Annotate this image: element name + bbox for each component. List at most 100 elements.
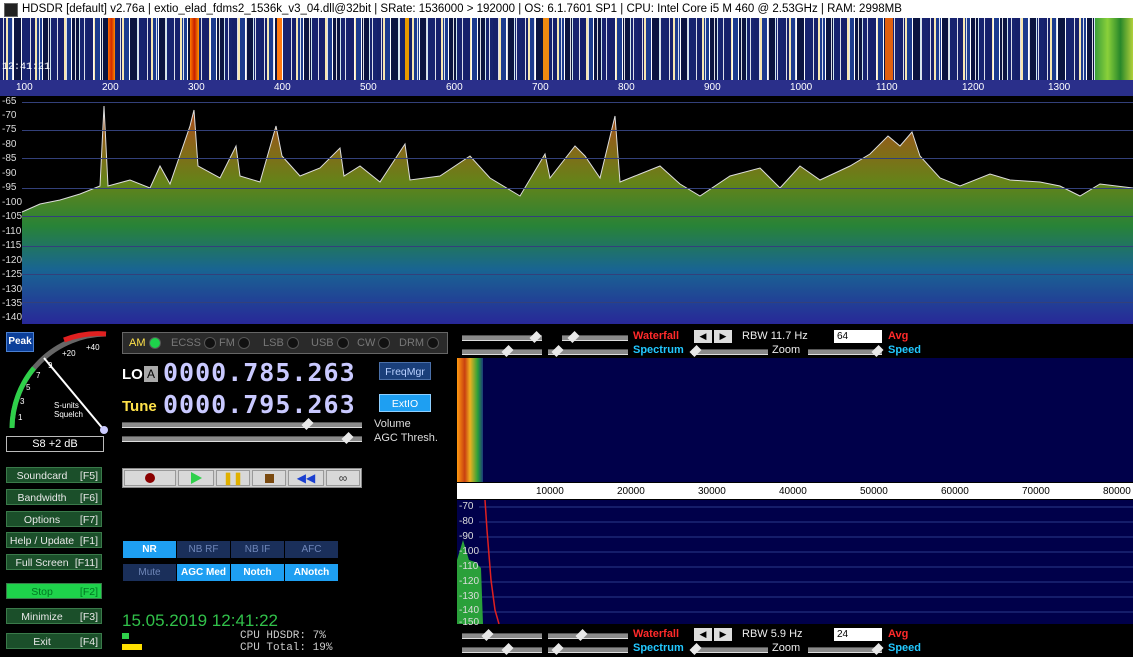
avg-combo[interactable]: 64 [834, 330, 882, 343]
audio-spectrum[interactable]: -70 -80 -90 -100 -110 -120 -130 -140 -15… [457, 500, 1133, 628]
bandwidth-button[interactable]: Bandwidth [F6] [6, 489, 102, 505]
mode-cw[interactable]: CW [357, 334, 391, 352]
mode-fm[interactable]: FM [219, 334, 250, 352]
bottom-spectrum-label: Spectrum [633, 642, 684, 654]
tune-frequency[interactable]: 0000.795.263 [163, 390, 356, 419]
mode-usb[interactable]: USB [311, 334, 349, 352]
bottom-waterfall-slider-2[interactable] [548, 628, 628, 642]
audio-y-label: -110 [459, 561, 479, 572]
audio-y-label: -150 [459, 617, 480, 628]
bottom-spectrum-slider-1[interactable] [462, 642, 542, 656]
mode-drm[interactable]: DRM [399, 334, 440, 352]
mode-ecss[interactable]: ECSS [171, 334, 216, 352]
help-update-button[interactable]: Help / Update [F1] [6, 532, 102, 548]
axis-tick: 400 [274, 82, 291, 93]
exit-button[interactable]: Exit [F4] [6, 633, 102, 649]
bottom-arrow-right-button[interactable]: ▶ [714, 628, 732, 641]
bottom-speed-slider[interactable] [808, 642, 884, 656]
axis-tick: 1300 [1048, 82, 1071, 93]
stop-button[interactable]: Stop [F2] [6, 583, 102, 599]
y-label: -110 [2, 226, 22, 237]
stop-playback-button[interactable] [252, 470, 286, 486]
audio-waterfall-controls: Waterfall ◀ ▶ RBW 11.7 Hz 64 Avg [458, 330, 1133, 344]
bottom-zoom-slider[interactable] [689, 642, 768, 656]
smeter-tick: 1 [18, 413, 23, 422]
arrow-left-button[interactable]: ◀ [694, 330, 712, 343]
smeter-tick: 9 [48, 361, 53, 370]
waterfall-slider-1[interactable] [462, 330, 542, 344]
y-label: -85 [2, 153, 17, 164]
y-label: -100 [2, 197, 23, 208]
freqmgr-button[interactable]: FreqMgr [379, 362, 431, 380]
soundcard-button[interactable]: Soundcard [F5] [6, 467, 102, 483]
frequency-axis: 100 200 300 400 500 600 700 800 900 1000… [0, 80, 1133, 96]
rf-waterfall[interactable]: 12:41:21 [0, 18, 1133, 80]
audio-axis-tick: 70000 [1022, 486, 1050, 497]
rewind-button[interactable]: ◀◀ [288, 470, 324, 486]
notch-button[interactable]: Notch [231, 564, 284, 581]
smeter-tick: +40 [86, 343, 100, 352]
y-label: -95 [2, 182, 17, 193]
axis-tick: 100 [16, 82, 33, 93]
anotch-button[interactable]: ANotch [285, 564, 338, 581]
extio-button[interactable]: ExtIO [379, 394, 431, 412]
mute-button[interactable]: Mute [123, 564, 176, 581]
pause-button[interactable]: ❚❚ [216, 470, 250, 486]
rf-spectrum[interactable]: -65 -70 -75 -80 -85 -90 -95 -100 -105 -1… [0, 96, 1133, 324]
afc-button[interactable]: AFC [285, 541, 338, 558]
smeter-scale-label: S-units [54, 401, 79, 410]
options-button[interactable]: Options [F7] [6, 511, 102, 527]
audio-axis-tick: 60000 [941, 486, 969, 497]
audio-frequency-axis: 10000 20000 30000 40000 50000 60000 7000… [457, 483, 1133, 499]
nr-button[interactable]: NR [123, 541, 176, 558]
waterfall-slider-2[interactable] [562, 330, 628, 344]
audio-axis-tick: 30000 [698, 486, 726, 497]
smeter-tick: 5 [26, 383, 31, 392]
pause-icon: ❚❚ [222, 471, 244, 485]
volume-label: Volume [374, 418, 411, 430]
full-screen-button[interactable]: Full Screen [F11] [6, 554, 102, 570]
smeter-reading: S8 +2 dB [6, 436, 104, 452]
bottom-waterfall-slider-1[interactable] [462, 628, 542, 642]
audio-y-label: -140 [459, 605, 480, 616]
tune-label: Tune [122, 398, 157, 415]
waterfall-time: 12:41:21 [2, 62, 51, 73]
spectrum-slider-1[interactable] [462, 344, 542, 358]
bottom-spectrum-controls: Spectrum Zoom Speed [458, 642, 1133, 656]
spectrum-slider-2[interactable] [548, 344, 628, 358]
volume-slider[interactable] [122, 417, 362, 431]
speed-slider[interactable] [808, 344, 884, 358]
nb-rf-button[interactable]: NB RF [177, 541, 230, 558]
y-label: -105 [2, 211, 23, 222]
bottom-avg-label: Avg [888, 628, 909, 640]
y-label: -135 [2, 298, 23, 309]
record-button[interactable] [124, 470, 176, 486]
axis-tick: 600 [446, 82, 463, 93]
axis-tick: 700 [532, 82, 549, 93]
bottom-waterfall-controls: Waterfall ◀ ▶ RBW 5.9 Hz 24 Avg [458, 628, 1133, 642]
lo-frequency[interactable]: 0000.785.263 [163, 358, 356, 387]
mode-am[interactable]: AM [129, 334, 161, 352]
bottom-avg-combo[interactable]: 24 [834, 628, 882, 641]
axis-tick: 200 [102, 82, 119, 93]
bottom-arrow-left-button[interactable]: ◀ [694, 628, 712, 641]
smeter-tick: 3 [20, 397, 25, 406]
agc-med-button[interactable]: AGC Med [177, 564, 230, 581]
y-label: -115 [2, 240, 22, 251]
play-button[interactable] [178, 470, 214, 486]
loop-button[interactable]: ∞ [326, 470, 360, 486]
nb-if-button[interactable]: NB IF [231, 541, 284, 558]
audio-y-label: -120 [459, 576, 480, 587]
arrow-right-button[interactable]: ▶ [714, 330, 732, 343]
audio-waterfall[interactable] [457, 358, 1133, 482]
mode-lsb[interactable]: LSB [263, 334, 299, 352]
minimize-button[interactable]: Minimize [F3] [6, 608, 102, 624]
zoom-slider[interactable] [689, 344, 768, 358]
smeter-tick: +20 [62, 349, 76, 358]
y-label: -140 [2, 312, 23, 323]
bottom-spectrum-slider-2[interactable] [548, 642, 628, 656]
vfo-a-button[interactable]: A [144, 366, 158, 382]
audio-y-label: -90 [459, 531, 474, 542]
bottom-waterfall-label: Waterfall [633, 628, 680, 640]
agc-threshold-slider[interactable] [122, 431, 362, 445]
